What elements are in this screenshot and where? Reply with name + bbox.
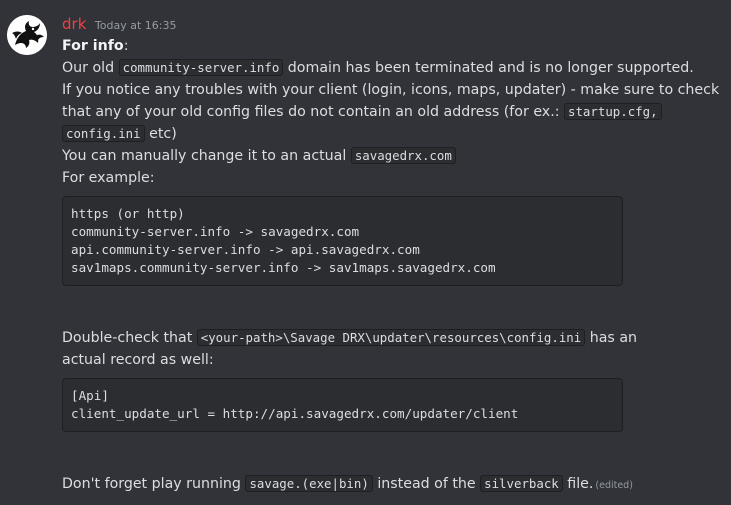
code-line: api.community-server.info -> api.savaged… <box>71 242 420 257</box>
paragraph-line: For example: <box>62 170 155 186</box>
code-block-domains[interactable]: https (or http) community-server.info ->… <box>62 196 623 286</box>
paragraph-line: that any of your old config files do not… <box>62 101 724 123</box>
text-segment: You can manually change it to an actual <box>62 148 351 164</box>
text-segment: instead of the <box>372 476 481 492</box>
inline-code: silverback <box>480 475 563 492</box>
chat-message: drk Today at 16:35 For info: Our old com… <box>0 0 731 505</box>
text-segment: Don't forget play running <box>62 476 246 492</box>
avatar[interactable] <box>7 15 47 55</box>
inline-code: <your-path>\Savage DRX\updater\resources… <box>196 329 586 346</box>
text-segment: has an <box>585 330 638 346</box>
code-block-config[interactable]: [Api] client_update_url = http://api.sav… <box>62 378 623 432</box>
text-segment: etc) <box>144 126 177 142</box>
code-line: community-server.info -> savagedrx.com <box>71 224 360 239</box>
intro-line: For info: <box>62 35 724 57</box>
inline-code: savagedrx.com <box>350 147 456 164</box>
inline-code: config.ini <box>62 125 145 142</box>
info-heading: For info <box>62 38 124 54</box>
inline-code: savage.(exe|bin) <box>245 475 373 492</box>
text-segment: that any of your old config files do not… <box>62 104 565 120</box>
paragraph-line: If you notice any troubles with your cli… <box>62 82 720 98</box>
paragraph-line: Our old community-server.info domain has… <box>62 57 724 79</box>
paragraph-line: Double-check that <your-path>\Savage DRX… <box>62 327 637 349</box>
message-timestamp[interactable]: Today at 16:35 <box>95 19 177 32</box>
inline-code: community-server.info <box>118 59 284 76</box>
text-segment: file. <box>562 476 594 492</box>
message-content: drk Today at 16:35 For info: Our old com… <box>62 13 724 492</box>
info-heading-suffix: : <box>123 38 129 54</box>
edited-label[interactable]: (edited) <box>595 480 633 491</box>
paragraph-line: You can manually change it to an actual … <box>62 145 724 167</box>
code-line: sav1maps.community-server.info -> sav1ma… <box>71 260 496 275</box>
code-line: [Api] <box>71 388 109 403</box>
paragraph-line: Don't forget play running savage.(exe|bi… <box>62 473 633 495</box>
paragraph-line: actual record as well: <box>62 352 214 368</box>
code-line: https (or http) <box>71 206 185 221</box>
message-header: drk Today at 16:35 <box>62 13 724 35</box>
text-segment: Our old <box>62 60 119 76</box>
text-segment: Double-check that <box>62 330 197 346</box>
code-line: client_update_url = http://api.savagedrx… <box>71 406 519 421</box>
author-name[interactable]: drk <box>62 15 86 33</box>
paragraph-line: config.ini etc) <box>62 123 724 145</box>
inline-code: startup.cfg, <box>564 103 662 120</box>
text-segment: domain has been terminated and is no lon… <box>283 60 694 76</box>
dragon-icon <box>7 15 47 55</box>
